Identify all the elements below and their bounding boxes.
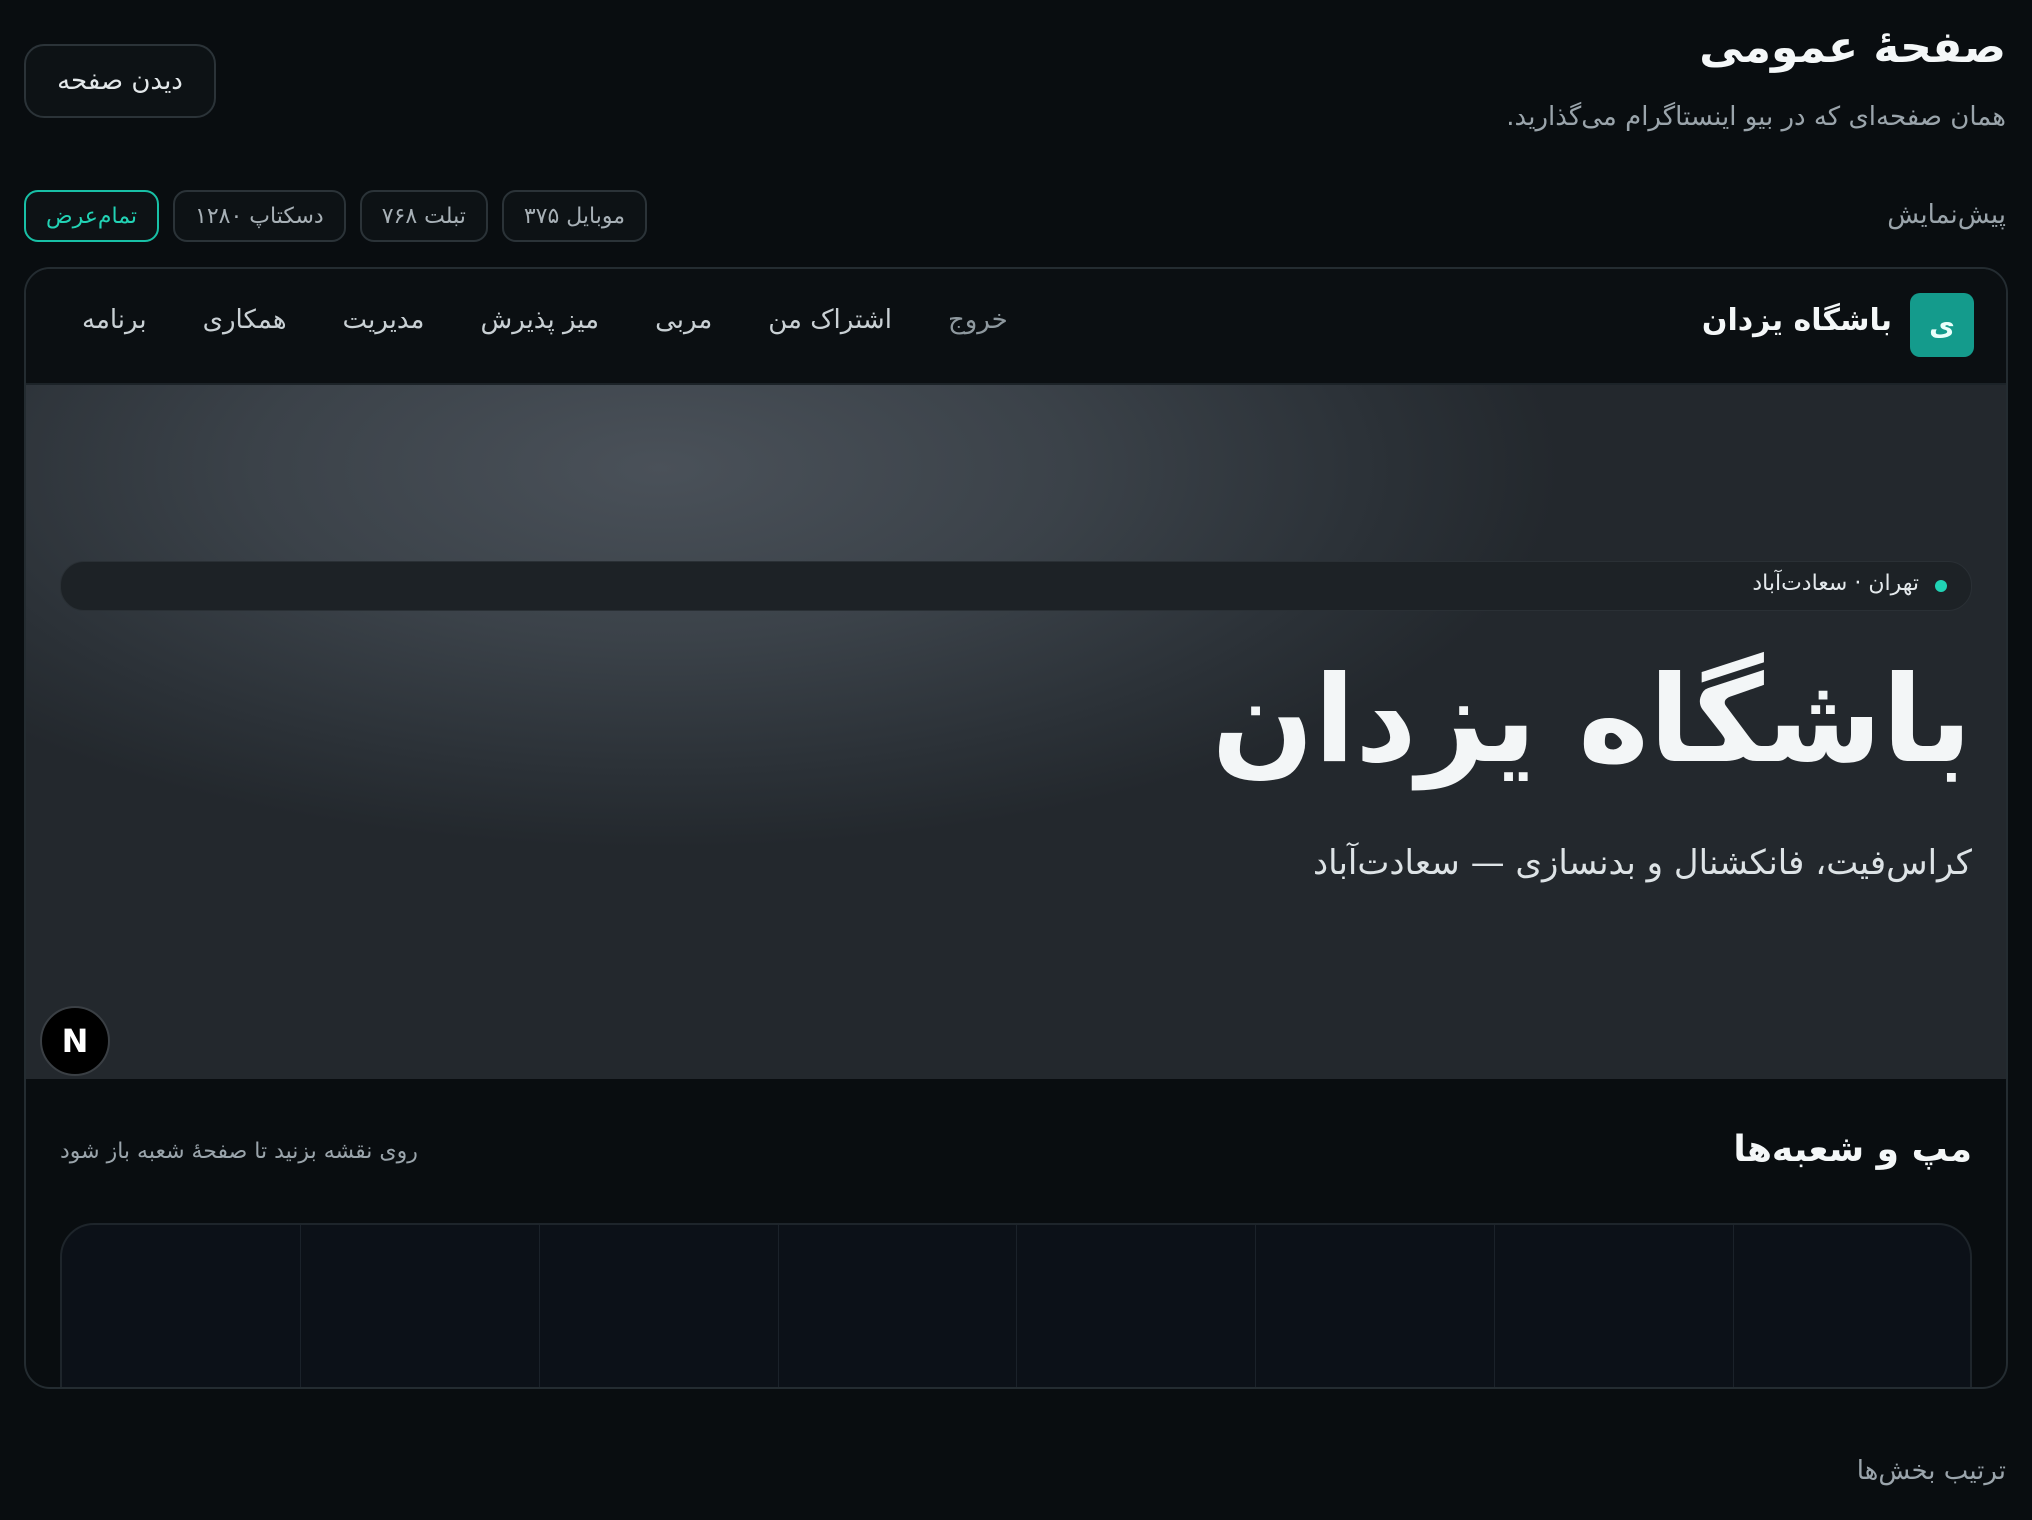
branches-map[interactable] bbox=[60, 1223, 1972, 1387]
hero-section: تهران · سعادت‌آباد باشگاه یزدان کراس‌فیت… bbox=[26, 385, 2006, 1079]
nav-item-coach[interactable]: مربی bbox=[655, 305, 712, 335]
site-logo[interactable]: ی bbox=[1910, 293, 1974, 357]
map-section-title: مپ و شعبه‌ها bbox=[1733, 1129, 1972, 1170]
device-tablet-button[interactable]: تبلت ۷۶۸ bbox=[359, 190, 488, 242]
map-grid-line bbox=[1255, 1225, 1256, 1387]
location-dot-icon bbox=[1935, 580, 1947, 592]
map-grid-line bbox=[1733, 1225, 1734, 1387]
map-grid-line bbox=[778, 1225, 779, 1387]
map-hint: روی نقشه بزنید تا صفحهٔ شعبه باز شود bbox=[60, 1139, 418, 1164]
hero-subtitle: کراس‌فیت، فانکشنال و بدنسازی — سعادت‌آبا… bbox=[1312, 843, 1972, 883]
nav-item-program[interactable]: برنامه bbox=[82, 305, 147, 335]
page-title: صفحهٔ عمومی bbox=[1699, 22, 2006, 73]
nav-item-logout[interactable]: خروج bbox=[948, 305, 1008, 335]
nav-item-cooperation[interactable]: همکاری bbox=[203, 305, 287, 335]
site-brand[interactable]: باشگاه یزدان bbox=[1702, 303, 1892, 338]
preview-label: پیش‌نمایش bbox=[1887, 200, 2006, 230]
nav-item-reception[interactable]: میز پذیرش bbox=[480, 305, 599, 335]
map-grid-line bbox=[300, 1225, 301, 1387]
section-order-label: ترتیب بخش‌ها bbox=[1856, 1456, 2006, 1486]
view-page-button[interactable]: دیدن صفحه bbox=[24, 44, 216, 118]
nav-item-my-subscription[interactable]: اشتراک من bbox=[768, 305, 892, 335]
page-subtitle: همان صفحه‌ای که در بیو اینستاگرام می‌گذا… bbox=[1506, 102, 2006, 132]
location-text: تهران · سعادت‌آباد bbox=[1752, 571, 1919, 596]
site-nav-links: برنامه همکاری مدیریت میز پذیرش مربی اشتر… bbox=[82, 305, 1008, 335]
device-desktop-button[interactable]: دسکتاپ ۱۲۸۰ bbox=[173, 190, 346, 242]
map-grid-line bbox=[1016, 1225, 1017, 1387]
device-fullwidth-button[interactable]: تمام‌عرض bbox=[24, 190, 160, 242]
nav-item-management[interactable]: مدیریت bbox=[343, 305, 425, 335]
location-bar: تهران · سعادت‌آباد bbox=[60, 561, 1972, 611]
devtools-badge-icon[interactable]: N bbox=[40, 1006, 110, 1076]
preview-frame: ی باشگاه یزدان برنامه همکاری مدیریت میز … bbox=[24, 267, 2008, 1389]
map-grid-line bbox=[539, 1225, 540, 1387]
device-mobile-button[interactable]: موبایل ۳۷۵ bbox=[501, 190, 648, 242]
site-navbar: ی باشگاه یزدان برنامه همکاری مدیریت میز … bbox=[26, 269, 2006, 385]
hero-title: باشگاه یزدان bbox=[1211, 651, 1972, 790]
device-selector: موبایل ۳۷۵ تبلت ۷۶۸ دسکتاپ ۱۲۸۰ تمام‌عرض bbox=[24, 190, 648, 242]
map-grid-line bbox=[1494, 1225, 1495, 1387]
